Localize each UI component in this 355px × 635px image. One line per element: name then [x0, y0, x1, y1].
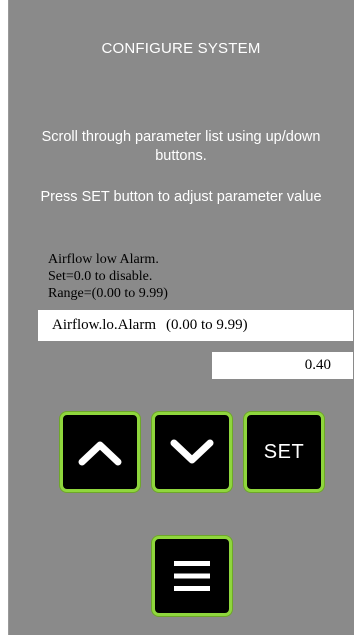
parameter-name-field: Airflow.lo.Alarm (0.00 to 9.99): [38, 310, 353, 341]
chevron-up-icon: [78, 441, 122, 466]
parameter-name: Airflow.lo.Alarm: [52, 317, 157, 333]
chevron-down-icon: [170, 439, 214, 464]
configure-system-panel: CONFIGURE SYSTEM Scroll through paramete…: [8, 0, 354, 635]
set-instruction: Press SET button to adjust parameter val…: [40, 189, 322, 205]
parameter-value-field[interactable]: 0.40: [212, 352, 353, 379]
description-line: Range=(0.00 to 9.99): [48, 286, 168, 301]
parameter-description: Airflow low Alarm. Set=0.0 to disable. R…: [48, 251, 328, 302]
description-line: Set=0.0 to disable.: [48, 269, 153, 284]
scroll-down-button[interactable]: [152, 412, 232, 492]
menu-icon: [174, 561, 210, 591]
set-button[interactable]: SET: [244, 412, 324, 492]
parameter-range: (0.00 to 9.99): [166, 317, 248, 333]
scroll-instruction: Scroll through parameter list using up/d…: [41, 129, 321, 164]
set-button-label: SET: [263, 440, 305, 463]
page-title: CONFIGURE SYSTEM: [101, 40, 261, 57]
description-line: Airflow low Alarm.: [48, 252, 159, 267]
menu-button[interactable]: [152, 536, 232, 616]
scroll-up-button[interactable]: [60, 412, 140, 492]
